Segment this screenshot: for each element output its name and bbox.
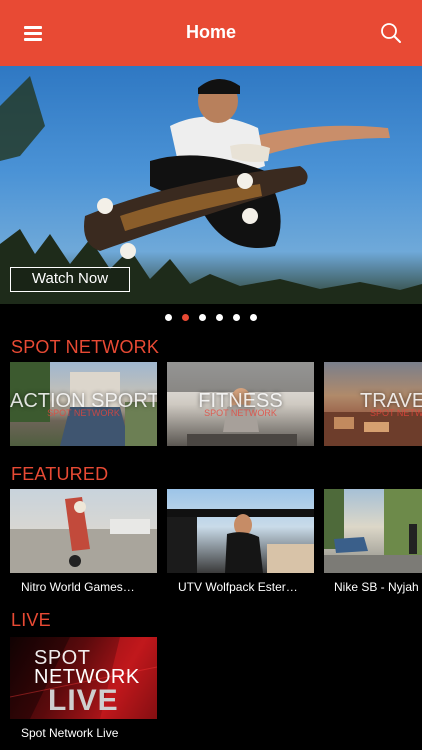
live-caption: Spot Network Live xyxy=(21,726,119,740)
app-header: Home xyxy=(0,0,422,66)
featured-caption: UTV Wolfpack Ester… xyxy=(178,580,298,594)
featured-tile-utv-wolfpack[interactable] xyxy=(167,489,314,573)
utv-thumbnail xyxy=(167,509,314,573)
section-title-spot-network: SPOT NETWORK xyxy=(11,337,160,357)
page-dot[interactable] xyxy=(199,314,206,321)
featured-tile-nike-sb[interactable] xyxy=(324,489,422,573)
featured-caption: Nitro World Games… xyxy=(21,580,135,594)
page-dot[interactable] xyxy=(250,314,257,321)
carousel-page-indicator xyxy=(0,314,422,324)
nike-sb-thumbnail xyxy=(324,489,422,573)
watch-now-button[interactable]: Watch Now xyxy=(10,267,130,292)
spot-network-tile-travel[interactable]: TRAVE SPOT NETW xyxy=(324,362,422,446)
hero-banner[interactable]: Watch Now xyxy=(0,66,422,304)
featured-row xyxy=(10,489,422,573)
featured-tile-nitro[interactable] xyxy=(10,489,157,573)
page-dot[interactable] xyxy=(165,314,172,321)
tile-sublabel: SPOT NETWORK xyxy=(204,408,277,418)
page-dot[interactable] xyxy=(216,314,223,321)
featured-caption: Nike SB - Nyjah xyxy=(334,580,419,594)
spot-network-tile-fitness[interactable]: FITNESS SPOT NETWORK xyxy=(167,362,314,446)
spot-network-tile-action-sports[interactable]: ACTION SPORTS SPOT NETWORK xyxy=(10,362,157,446)
spot-network-row: ACTION SPORTS SPOT NETWORK FITNESS SPOT … xyxy=(10,362,422,446)
page-title: Home xyxy=(185,22,236,42)
search-icon[interactable] xyxy=(380,22,402,44)
tile-sublabel: SPOT NETWORK xyxy=(47,408,120,418)
live-tile-text-live: LIVE xyxy=(48,684,119,717)
section-title-featured: FEATURED xyxy=(11,464,109,484)
page-dot-active[interactable] xyxy=(182,314,189,321)
section-title-live: LIVE xyxy=(11,610,51,630)
tile-sublabel: SPOT NETW xyxy=(370,408,422,418)
page-dot[interactable] xyxy=(233,314,240,321)
nitro-thumbnail xyxy=(10,497,157,573)
live-tile-spot-network[interactable]: SPOT NETWORK LIVE xyxy=(10,637,157,719)
